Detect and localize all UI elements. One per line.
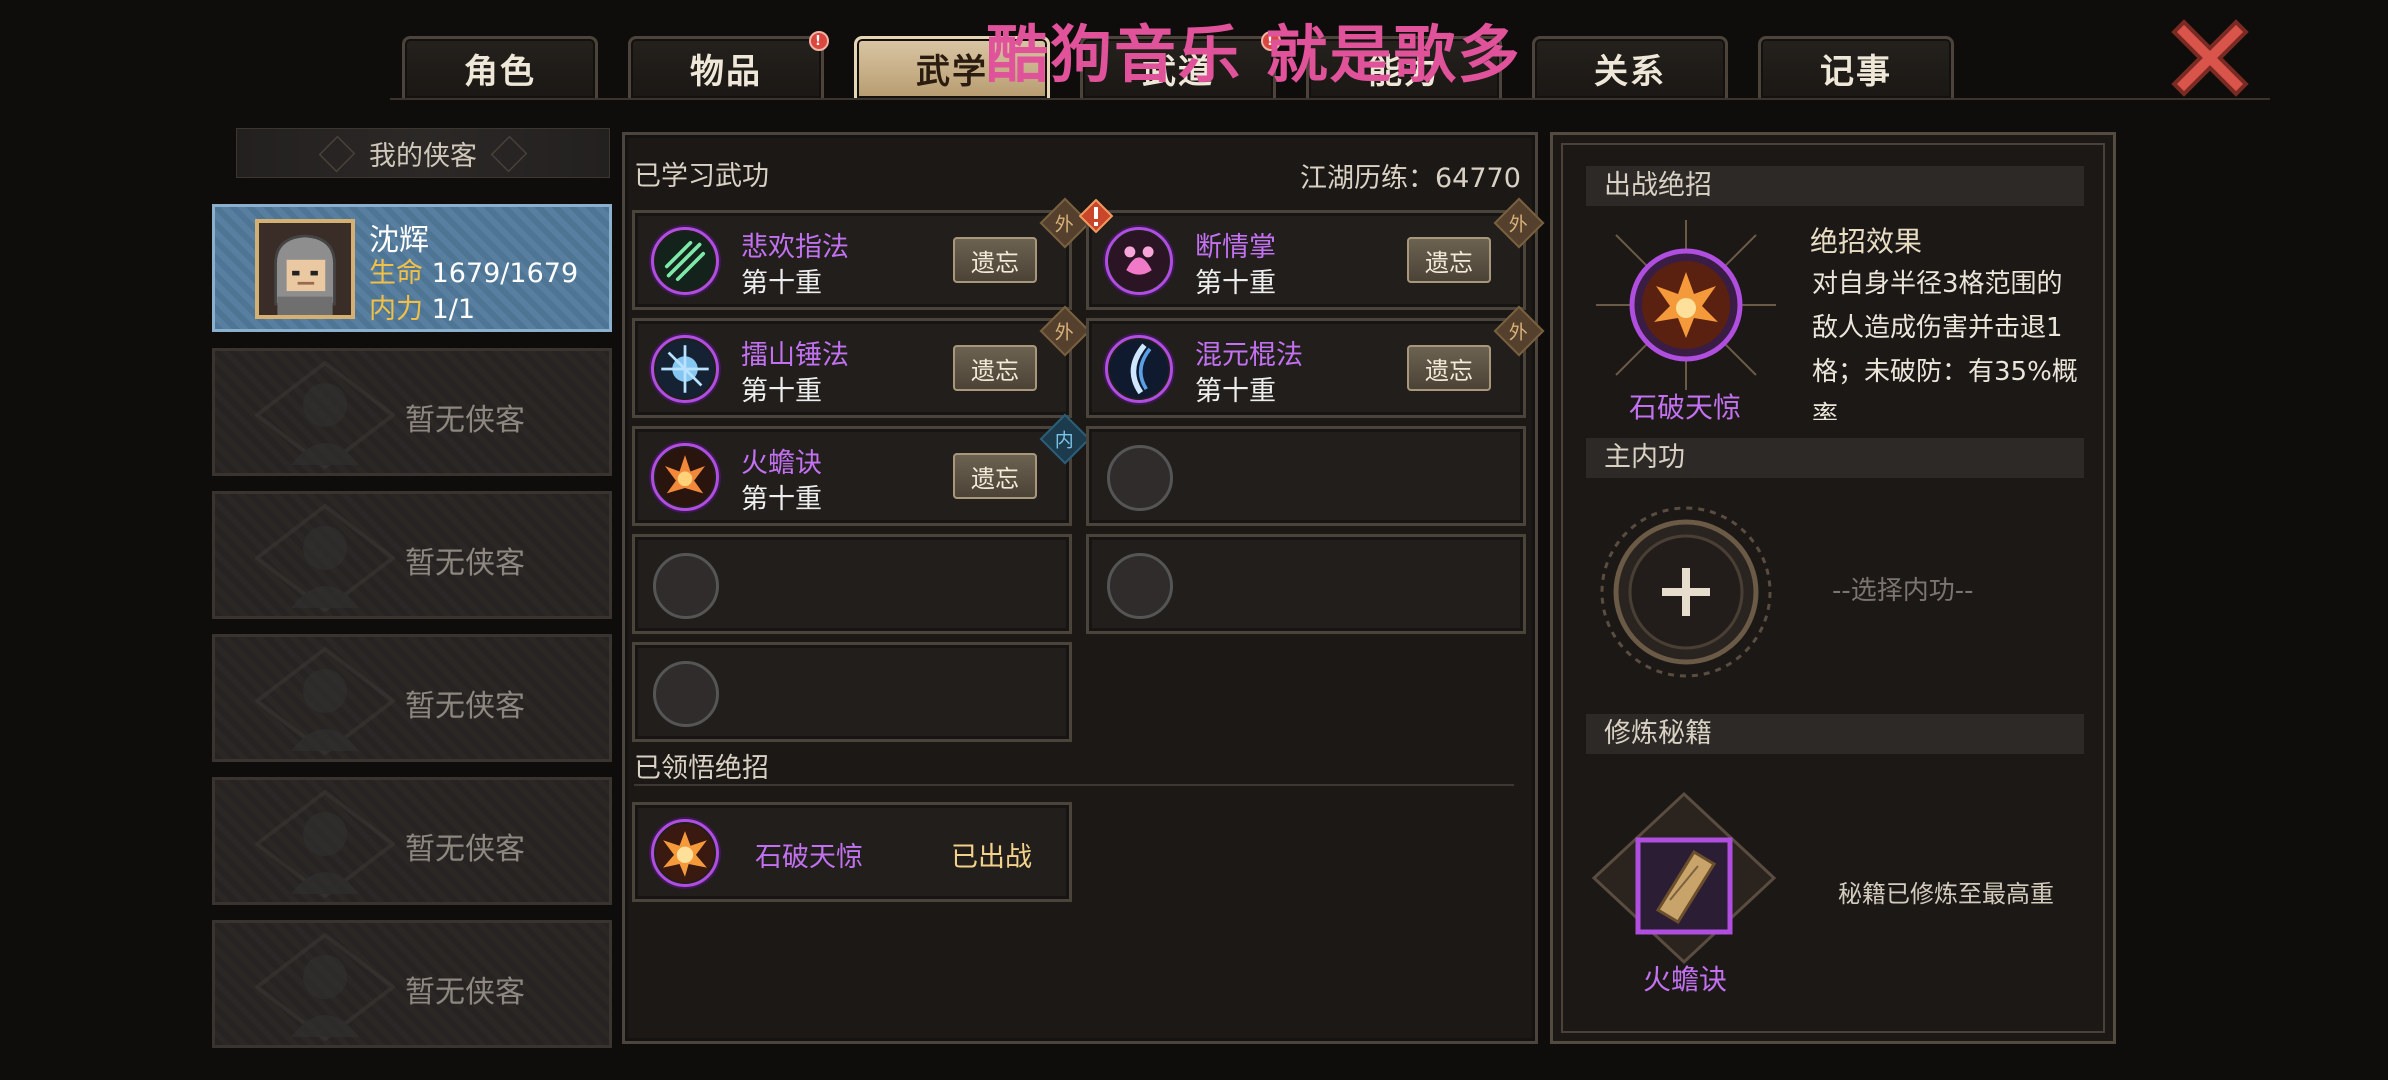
forget-button[interactable]: 遗忘 — [953, 237, 1037, 283]
empty-slot-circle — [1107, 445, 1173, 511]
empty-hero-silhouette-icon — [255, 790, 395, 898]
empty-hero-silhouette-icon — [255, 361, 395, 469]
cultivation-manual-header: 修炼秘籍 — [1586, 714, 2084, 754]
hero-slot-empty[interactable]: 暂无侠客 — [212, 348, 612, 476]
my-heroes-header: 我的侠客 — [236, 128, 610, 178]
hero-slot-empty[interactable]: 暂无侠客 — [212, 491, 612, 619]
pink-palm-icon — [1105, 227, 1173, 295]
forget-button[interactable]: 遗忘 — [953, 453, 1037, 499]
manual-status: 秘籍已修炼至最高重 — [1838, 880, 2054, 908]
forget-button[interactable]: 遗忘 — [1407, 345, 1491, 391]
notification-badge: ! — [809, 31, 829, 51]
skill-slot-empty[interactable] — [1086, 426, 1526, 526]
hero-hp: 生命 1679/1679 — [369, 258, 579, 289]
arrow-right-icon — [490, 135, 528, 173]
manual-scroll-icon[interactable] — [1586, 790, 1782, 966]
fire-toad-icon — [651, 443, 719, 511]
skill-slot-empty[interactable] — [1086, 534, 1526, 634]
green-claw-icon — [651, 227, 719, 295]
skill-slot-empty[interactable] — [632, 642, 1072, 742]
empty-hero-silhouette-icon — [255, 504, 395, 612]
warning-icon — [1079, 199, 1113, 233]
ultimate-status: 已出战 — [951, 842, 1032, 873]
empty-slot-circle — [653, 661, 719, 727]
forget-button[interactable]: 遗忘 — [953, 345, 1037, 391]
learned-skills-title: 已学习武功 — [634, 161, 769, 192]
tab-relations[interactable]: 关系 — [1532, 36, 1728, 98]
skill-slot[interactable]: 混元棍法 第十重 遗忘 外 — [1086, 305, 1545, 418]
learned-ultimate-title: 已领悟绝招 — [634, 753, 769, 784]
hero-slot-empty[interactable]: 暂无侠客 — [212, 634, 612, 762]
empty-hero-silhouette-icon — [255, 647, 395, 755]
add-inner-skill-icon[interactable] — [1598, 504, 1774, 680]
skill-slot[interactable]: 悲欢指法 第十重 遗忘 外 — [632, 197, 1091, 310]
ultimate-effect-text: 对自身半径3格范围的敌人造成伤害并击退1格；未破防：有35%概率 — [1812, 269, 2078, 420]
jianghu-experience: 江湖历练：64770 — [1300, 163, 1521, 194]
select-inner-skill-placeholder[interactable]: --选择内功-- — [1832, 570, 1974, 607]
tab-journal[interactable]: 记事 — [1758, 36, 1954, 98]
skill-slot[interactable]: 火蟾诀 第十重 遗忘 内 — [632, 413, 1091, 526]
ultimate-emblem-icon[interactable] — [1576, 210, 1796, 400]
rock-burst-icon — [651, 819, 719, 887]
battle-ultimate-name: 石破天惊 — [1628, 391, 1741, 424]
ultimate-effect-title: 绝招效果 — [1810, 225, 1923, 258]
section-divider — [634, 784, 1514, 786]
hero-slot-empty[interactable]: 暂无侠客 — [212, 777, 612, 905]
tab-items[interactable]: 物品! — [628, 31, 829, 98]
close-icon[interactable] — [2170, 18, 2250, 98]
skill-slot[interactable]: 擂山锤法 第十重 遗忘 外 — [632, 305, 1091, 418]
empty-slot-circle — [653, 553, 719, 619]
forget-button[interactable]: 遗忘 — [1407, 237, 1491, 283]
tabs-divider — [390, 98, 2270, 100]
hero-card-active[interactable]: 沈辉 生命 1679/1679 内力 1/1 — [212, 204, 612, 332]
skill-slot[interactable]: 断情掌 第十重 遗忘 外 — [1079, 197, 1545, 310]
empty-slot-circle — [1107, 553, 1173, 619]
main-inner-skill-header: 主内功 — [1586, 438, 2084, 478]
battle-ultimate-header: 出战绝招 — [1586, 166, 2084, 206]
empty-hero-silhouette-icon — [255, 933, 395, 1041]
blue-staff-icon — [1105, 335, 1173, 403]
skill-slot-empty[interactable] — [632, 534, 1072, 634]
tab-character[interactable]: 角色 — [402, 36, 598, 98]
watermark: 酷狗音乐 就是歌多 — [986, 18, 1522, 91]
hero-slot-empty[interactable]: 暂无侠客 — [212, 920, 612, 1048]
blue-hammer-icon — [651, 335, 719, 403]
ultimate-slot[interactable]: 石破天惊 已出战 — [632, 802, 1072, 902]
arrow-left-icon — [318, 135, 356, 173]
hero-avatar-icon — [255, 219, 355, 319]
manual-name: 火蟾诀 — [1642, 963, 1727, 996]
hero-mp: 内力 1/1 — [369, 294, 476, 325]
